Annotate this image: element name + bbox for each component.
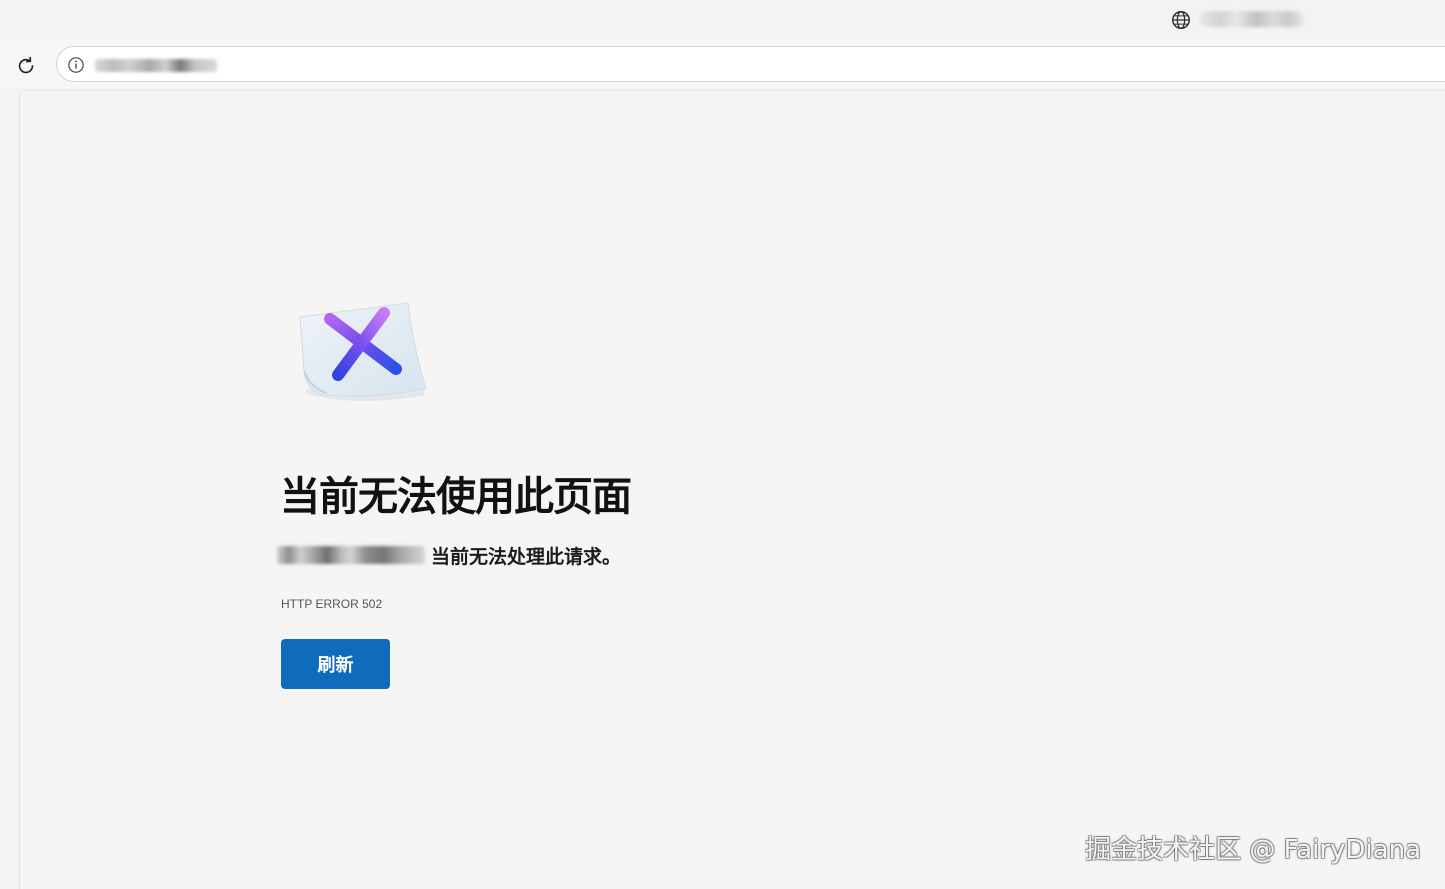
- toolbar: [0, 40, 1445, 88]
- browser-window: 当前无法使用此页面 当前无法处理此请求。 HTTP ERROR 502 刷新 掘…: [0, 0, 1445, 889]
- tab-title[interactable]: [1200, 11, 1304, 27]
- error-heading: 当前无法使用此页面: [280, 474, 632, 520]
- address-bar[interactable]: [56, 46, 1445, 82]
- tab-strip: [0, 0, 1445, 40]
- site-info-button[interactable]: [66, 55, 86, 75]
- error-message-row: 当前无法处理此请求。: [277, 540, 621, 570]
- watermark: 掘金技术社区 @ FairyDiana: [1085, 835, 1421, 865]
- info-icon: [68, 57, 84, 73]
- host-name: [277, 546, 425, 564]
- reload-icon: [18, 56, 34, 74]
- url-text[interactable]: [95, 59, 217, 72]
- error-code: HTTP ERROR 502: [281, 597, 383, 611]
- error-x-illustration: [299, 302, 427, 402]
- globe-icon[interactable]: [1170, 9, 1192, 31]
- refresh-button[interactable]: 刷新: [281, 639, 390, 689]
- reload-button[interactable]: [11, 51, 41, 81]
- error-message: 当前无法处理此请求。: [431, 545, 622, 568]
- error-page: 当前无法使用此页面 当前无法处理此请求。 HTTP ERROR 502 刷新: [19, 90, 1445, 889]
